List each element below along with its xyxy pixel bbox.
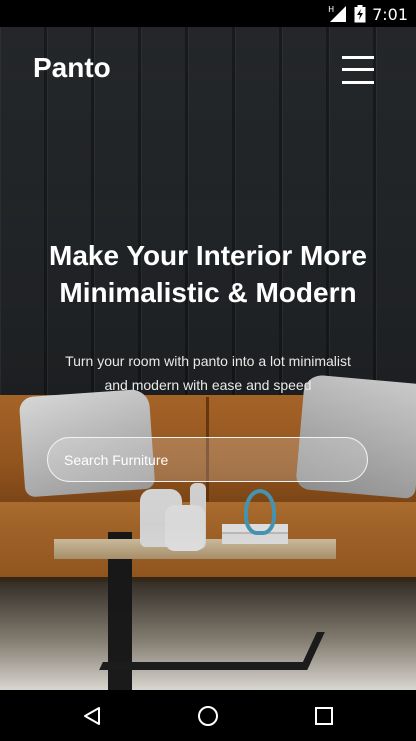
home-icon: [198, 705, 218, 726]
hero-headline: Make Your Interior More Minimalistic & M…: [0, 237, 416, 311]
system-navigation-bar: [0, 690, 416, 741]
recents-button[interactable]: [294, 690, 354, 741]
network-type-icon: H: [328, 5, 348, 23]
subtext-line: Turn your room with panto into a lot min…: [65, 353, 351, 369]
hamburger-menu-icon[interactable]: [340, 54, 376, 86]
subtext-line: and modern with ease and speed: [104, 377, 312, 393]
status-time: 7:01: [372, 4, 408, 24]
battery-charging-icon: [354, 5, 366, 23]
back-icon: [84, 706, 100, 725]
headline-line: Make Your Interior More: [49, 240, 367, 271]
search-bar[interactable]: [47, 437, 368, 482]
signal-icon: [330, 6, 347, 22]
headline-line: Minimalistic & Modern: [59, 277, 357, 308]
brand-logo[interactable]: Panto: [33, 52, 111, 84]
search-input[interactable]: [62, 438, 356, 482]
hero-subtext: Turn your room with panto into a lot min…: [0, 349, 416, 397]
recents-icon: [315, 706, 333, 725]
back-button[interactable]: [62, 690, 122, 741]
status-icons: H 7:01: [328, 4, 408, 24]
status-bar: H 7:01: [0, 0, 416, 27]
hero-section: Panto Make Your Interior More Minimalist…: [0, 27, 416, 690]
home-button[interactable]: [178, 690, 238, 741]
